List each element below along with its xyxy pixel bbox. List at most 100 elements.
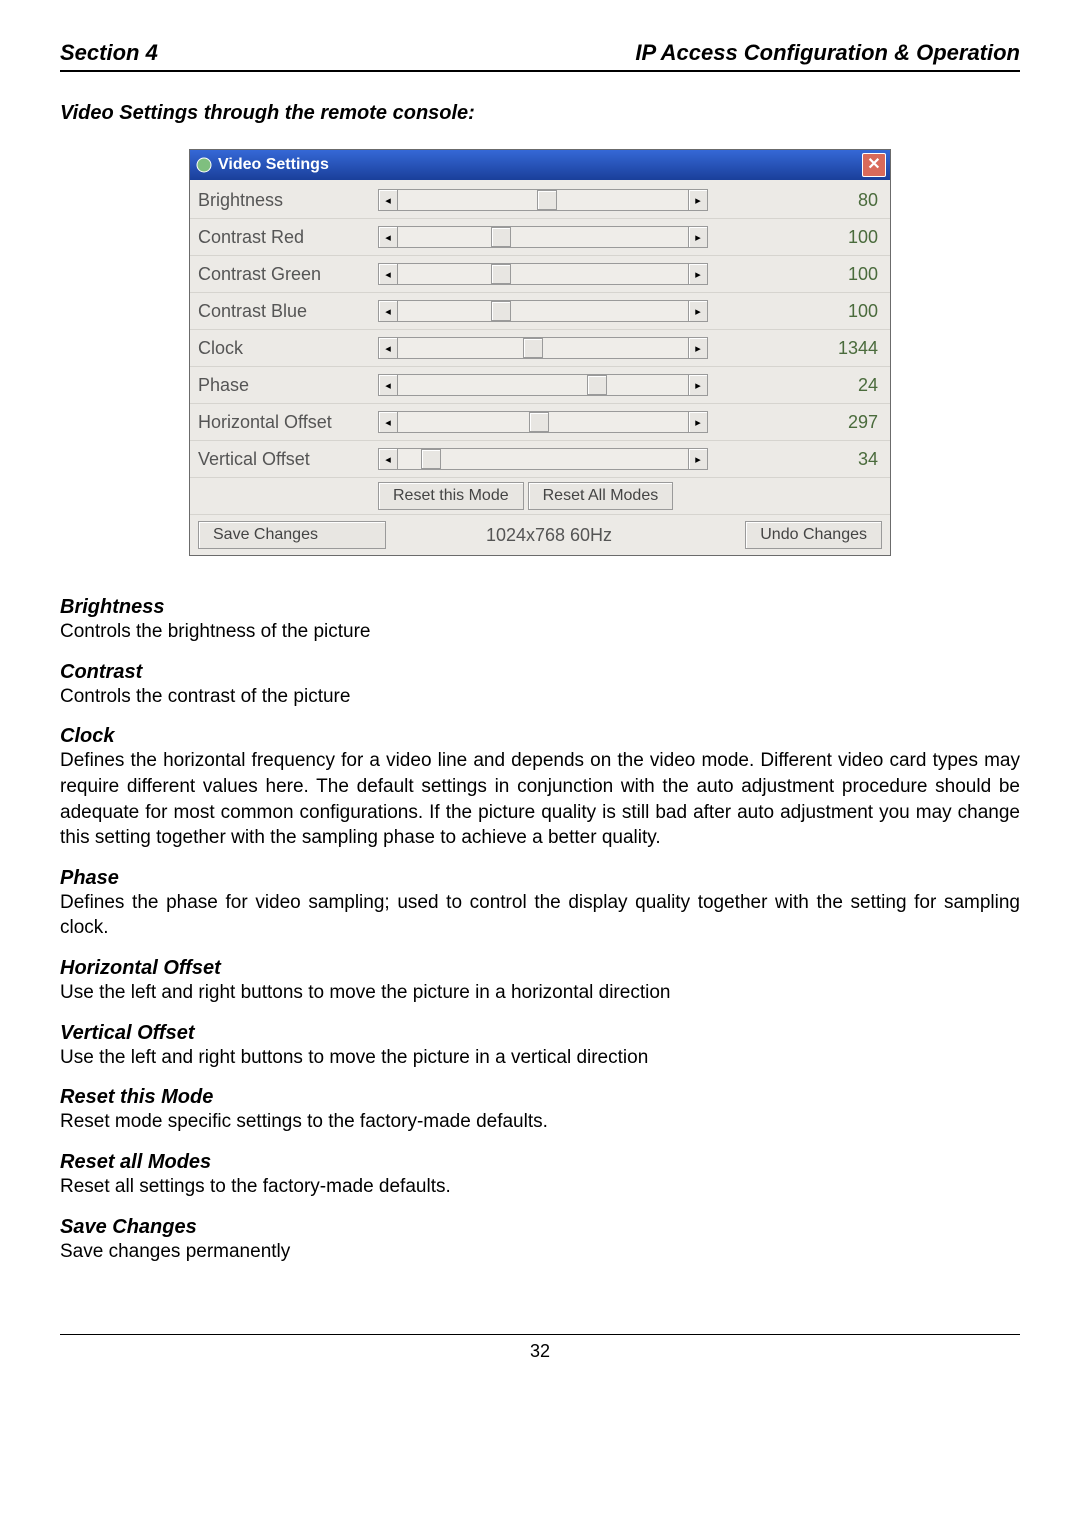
slider-value: 34 [708,449,890,470]
definition-term: Contrast [60,661,1020,684]
close-icon: ✕ [867,157,880,173]
slider-track[interactable] [398,448,688,470]
definition-item: Contrast Controls the contrast of the pi… [60,661,1020,710]
slider-track[interactable] [398,263,688,285]
slider-value: 100 [708,301,890,322]
slider-row: Horizontal Offset ◂ ▸ 297 [190,404,890,441]
decrease-button[interactable]: ◂ [378,337,398,359]
dialog-title-text: Video Settings [218,156,329,174]
undo-changes-button[interactable]: Undo Changes [745,521,882,549]
slider-track[interactable] [398,411,688,433]
header-title: IP Access Configuration & Operation [635,40,1020,66]
increase-button[interactable]: ▸ [688,411,708,433]
decrease-button[interactable]: ◂ [378,411,398,433]
page-header: Section 4 IP Access Configuration & Oper… [60,40,1020,72]
increase-button[interactable]: ▸ [688,300,708,322]
slider-thumb[interactable] [523,338,543,358]
definition-term: Horizontal Offset [60,957,1020,980]
slider-label: Clock [190,338,378,359]
definition-term: Phase [60,867,1020,890]
increase-button[interactable]: ▸ [688,263,708,285]
definition-item: Brightness Controls the brightness of th… [60,596,1020,645]
slider-brightness[interactable]: ◂ ▸ [378,189,708,211]
definition-text: Reset mode specific settings to the fact… [60,1109,1020,1135]
definition-item: Reset all Modes Reset all settings to th… [60,1151,1020,1200]
increase-button[interactable]: ▸ [688,448,708,470]
slider-value: 80 [708,190,890,211]
slider-track[interactable] [398,300,688,322]
slider-clock[interactable]: ◂ ▸ [378,337,708,359]
slider-vertical-offset[interactable]: ◂ ▸ [378,448,708,470]
increase-button[interactable]: ▸ [688,337,708,359]
slider-contrast-green[interactable]: ◂ ▸ [378,263,708,285]
slider-thumb[interactable] [529,412,549,432]
definitions-list: Brightness Controls the brightness of th… [60,596,1020,1264]
definition-item: Clock Defines the horizontal frequency f… [60,725,1020,851]
reset-all-modes-button[interactable]: Reset All Modes [528,482,674,510]
slider-thumb[interactable] [491,227,511,247]
definition-term: Brightness [60,596,1020,619]
slider-row: Brightness ◂ ▸ 80 [190,182,890,219]
slider-thumb[interactable] [491,264,511,284]
reset-this-mode-button[interactable]: Reset this Mode [378,482,524,510]
decrease-button[interactable]: ◂ [378,448,398,470]
definition-item: Reset this Mode Reset mode specific sett… [60,1086,1020,1135]
definition-term: Reset this Mode [60,1086,1020,1109]
reset-button-row: Reset this Mode Reset All Modes [190,478,890,515]
dialog-title: Video Settings [196,156,329,174]
slider-label: Contrast Green [190,264,378,285]
slider-label: Phase [190,375,378,396]
increase-button[interactable]: ▸ [688,226,708,248]
increase-button[interactable]: ▸ [688,374,708,396]
decrease-button[interactable]: ◂ [378,189,398,211]
dialog-body: Brightness ◂ ▸ 80 Contrast Red ◂ ▸ [190,180,890,555]
definition-text: Defines the phase for video sampling; us… [60,890,1020,941]
dialog-titlebar[interactable]: Video Settings ✕ [190,150,890,180]
slider-label: Brightness [190,190,378,211]
slider-label: Vertical Offset [190,449,378,470]
slider-value: 100 [708,227,890,248]
decrease-button[interactable]: ◂ [378,226,398,248]
slider-label: Horizontal Offset [190,412,378,433]
resolution-label: 1024x768 60Hz [386,525,712,546]
slider-track[interactable] [398,189,688,211]
slider-row: Contrast Blue ◂ ▸ 100 [190,293,890,330]
slider-contrast-blue[interactable]: ◂ ▸ [378,300,708,322]
slider-track[interactable] [398,226,688,248]
decrease-button[interactable]: ◂ [378,374,398,396]
slider-thumb[interactable] [491,301,511,321]
decrease-button[interactable]: ◂ [378,263,398,285]
slider-track[interactable] [398,374,688,396]
definition-term: Reset all Modes [60,1151,1020,1174]
slider-horizontal-offset[interactable]: ◂ ▸ [378,411,708,433]
slider-value: 297 [708,412,890,433]
definition-item: Save Changes Save changes permanently [60,1216,1020,1265]
definition-text: Use the left and right buttons to move t… [60,980,1020,1006]
slider-row: Contrast Red ◂ ▸ 100 [190,219,890,256]
slider-row: Clock ◂ ▸ 1344 [190,330,890,367]
slider-track[interactable] [398,337,688,359]
definition-text: Defines the horizontal frequency for a v… [60,748,1020,851]
slider-contrast-red[interactable]: ◂ ▸ [378,226,708,248]
definition-text: Save changes permanently [60,1239,1020,1265]
app-icon [196,157,212,173]
slider-thumb[interactable] [421,449,441,469]
slider-row: Contrast Green ◂ ▸ 100 [190,256,890,293]
slider-row: Phase ◂ ▸ 24 [190,367,890,404]
slider-phase[interactable]: ◂ ▸ [378,374,708,396]
definition-text: Controls the contrast of the picture [60,684,1020,710]
slider-value: 24 [708,375,890,396]
page-number: 32 [530,1341,550,1361]
save-changes-button[interactable]: Save Changes [198,521,386,549]
decrease-button[interactable]: ◂ [378,300,398,322]
slider-thumb[interactable] [537,190,557,210]
figure-caption: Video Settings through the remote consol… [60,102,1020,125]
slider-thumb[interactable] [587,375,607,395]
definition-text: Use the left and right buttons to move t… [60,1045,1020,1071]
page-footer: 32 [60,1334,1020,1362]
definition-item: Phase Defines the phase for video sampli… [60,867,1020,941]
increase-button[interactable]: ▸ [688,189,708,211]
definition-text: Controls the brightness of the picture [60,619,1020,645]
close-button[interactable]: ✕ [862,153,886,177]
video-settings-dialog: Video Settings ✕ Brightness ◂ ▸ 80 [189,149,891,556]
